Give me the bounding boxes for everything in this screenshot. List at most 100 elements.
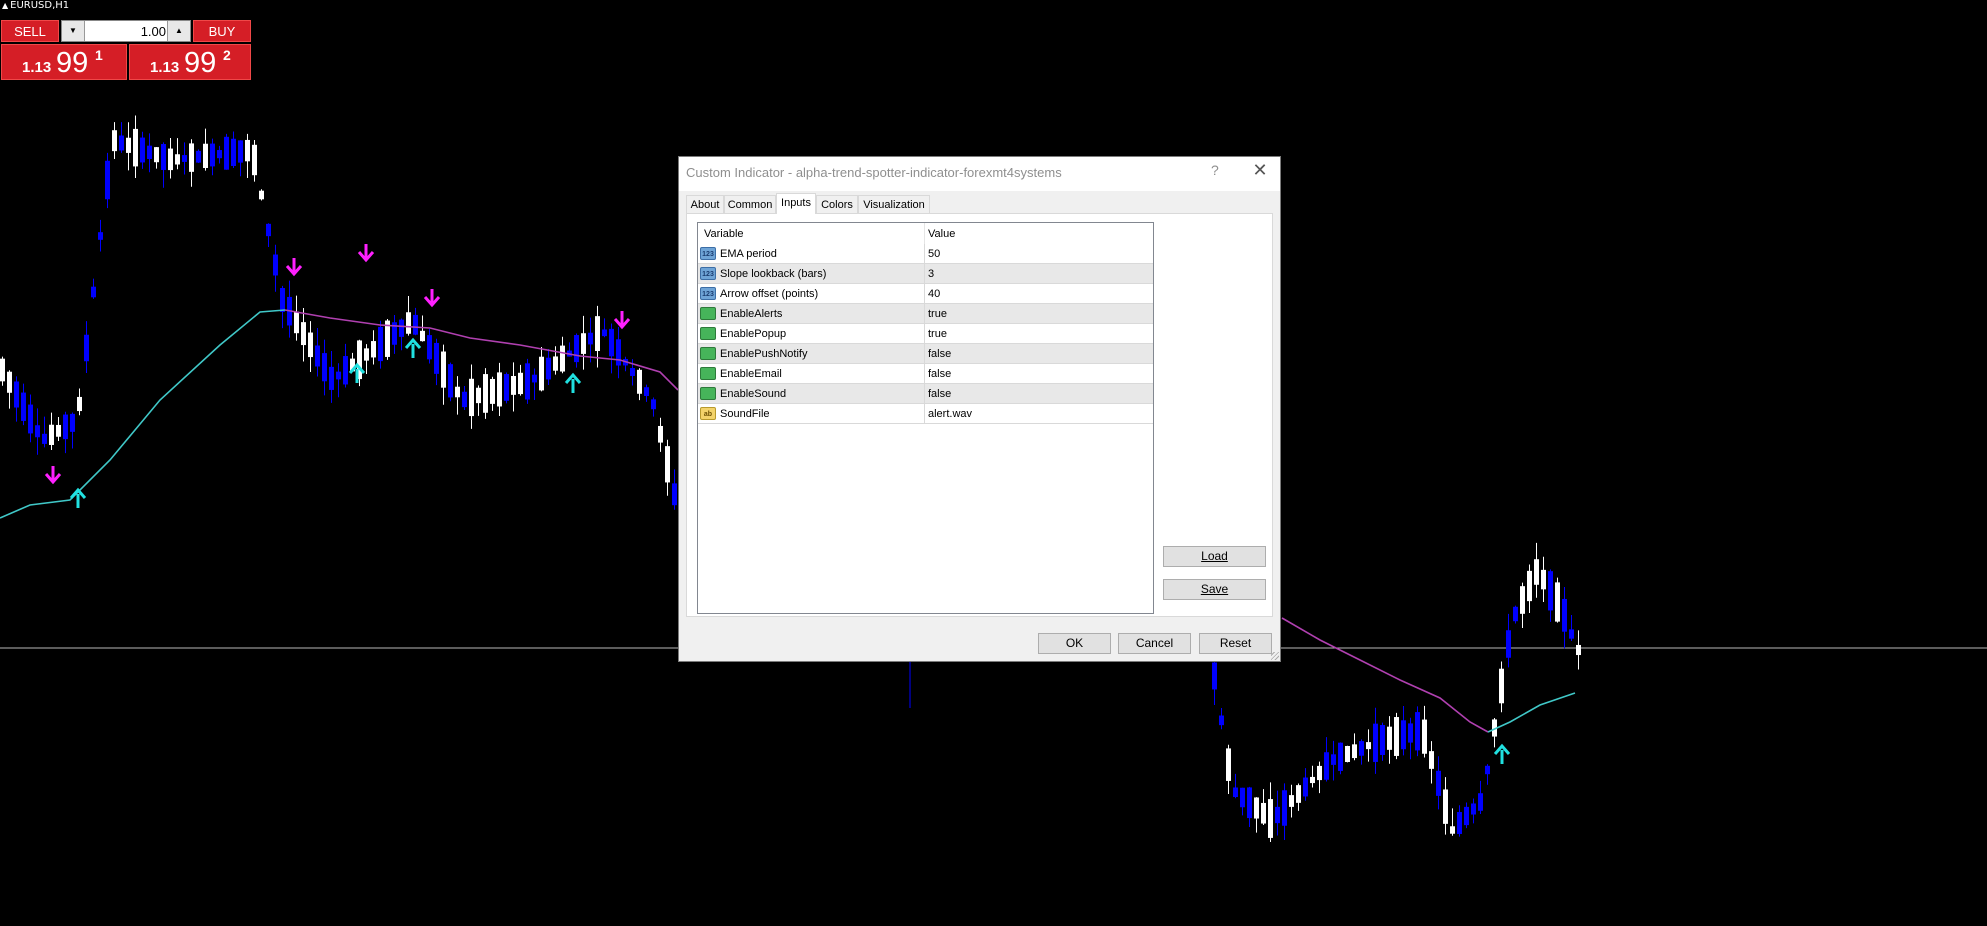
help-icon[interactable]: ?	[1211, 162, 1219, 178]
candle-body	[378, 326, 383, 362]
column-value[interactable]: Value	[928, 228, 955, 240]
load-button[interactable]: Load	[1163, 546, 1266, 567]
column-variable[interactable]: Variable	[704, 228, 744, 240]
candle-body	[462, 391, 467, 408]
input-value-field[interactable]: false	[928, 368, 951, 380]
candle-body	[245, 139, 250, 162]
lot-size-input[interactable]	[86, 22, 168, 40]
candle-body	[1429, 751, 1434, 769]
candle-body	[1282, 790, 1287, 826]
candle-body	[308, 332, 313, 358]
input-row[interactable]: EnableEmail false	[698, 364, 1153, 384]
sell-price-pipette: 1	[95, 47, 103, 63]
tab-common[interactable]: Common	[724, 195, 776, 213]
candle-body	[294, 311, 299, 334]
candle-body	[490, 378, 495, 404]
input-row[interactable]: EnablePushNotify false	[698, 344, 1153, 364]
candle-body	[231, 138, 236, 166]
candle-body	[469, 378, 474, 417]
input-value-field[interactable]: 50	[928, 248, 940, 260]
candle-body	[1212, 662, 1217, 690]
ok-button[interactable]: OK	[1038, 633, 1111, 654]
input-value-field[interactable]: 40	[928, 288, 940, 300]
candle-body	[1534, 559, 1539, 585]
candle-body	[448, 364, 453, 398]
candle-body	[602, 329, 607, 337]
candle-body	[1394, 717, 1399, 756]
sell-price-button[interactable]: 1.13 99 1	[1, 44, 127, 80]
input-row[interactable]: ab SoundFile alert.wav	[698, 404, 1153, 424]
input-value-field[interactable]: 3	[928, 268, 934, 280]
dialog-title: Custom Indicator - alpha-trend-spotter-i…	[686, 165, 1062, 180]
candle-body	[1380, 725, 1385, 755]
sell-button[interactable]: SELL	[1, 20, 59, 42]
candle-body	[1233, 787, 1238, 798]
candle-body	[364, 348, 369, 361]
buy-price-prefix: 1.13	[150, 59, 180, 76]
candle-body	[532, 374, 537, 383]
candle-body	[217, 150, 222, 159]
candle-body	[434, 342, 439, 374]
input-row[interactable]: 123 EMA period 50	[698, 244, 1153, 264]
candle-body	[112, 130, 117, 152]
number-type-icon: 123	[700, 267, 716, 280]
candle-body	[525, 363, 530, 400]
candle-body	[539, 356, 544, 391]
buy-price-main: 99	[184, 47, 217, 79]
sell-arrow-icon	[285, 258, 303, 277]
lot-decrease-icon[interactable]: ▼	[62, 21, 85, 41]
tab-about[interactable]: About	[686, 195, 724, 213]
lot-size-control: ▼ ▲	[61, 20, 191, 42]
inputs-grid: Variable Value 123 EMA period 50 123 Slope l…	[697, 222, 1154, 614]
number-type-icon: 123	[700, 287, 716, 300]
chart-symbol-label: ▲ EURUSD,H1	[2, 0, 69, 11]
input-value-field[interactable]: false	[928, 388, 951, 400]
input-row[interactable]: EnablePopup true	[698, 324, 1153, 344]
candle-body	[1464, 806, 1469, 826]
candle-body	[1226, 748, 1231, 781]
candle-body	[280, 288, 285, 312]
close-icon[interactable]: ✕	[1250, 160, 1270, 181]
tab-colors[interactable]: Colors	[816, 195, 858, 213]
tab-visualization[interactable]: Visualization	[858, 195, 930, 213]
buy-price-button[interactable]: 1.13 99 2	[129, 44, 251, 80]
input-row[interactable]: EnableSound false	[698, 384, 1153, 404]
candle-body	[1296, 785, 1301, 803]
candle-body	[252, 144, 257, 176]
candle-body	[182, 155, 187, 162]
tab-inputs[interactable]: Inputs	[776, 193, 816, 214]
input-variable-name: EMA period	[720, 248, 777, 260]
candle-body	[1422, 719, 1427, 754]
candle-body	[665, 446, 670, 483]
input-row[interactable]: EnableAlerts true	[698, 304, 1153, 324]
lot-increase-icon[interactable]: ▲	[167, 21, 190, 41]
candle-body	[77, 396, 82, 412]
input-value-field[interactable]: alert.wav	[928, 408, 972, 420]
cancel-button[interactable]: Cancel	[1118, 633, 1191, 654]
candle-body	[1436, 770, 1441, 796]
input-variable-name: EnableEmail	[720, 368, 782, 380]
candle-body	[7, 371, 12, 393]
candle-body	[560, 345, 565, 372]
candle-body	[455, 386, 460, 398]
candle-body	[224, 136, 229, 170]
input-row[interactable]: 123 Slope lookback (bars) 3	[698, 264, 1153, 284]
candle-body	[574, 335, 579, 363]
buy-price-pipette: 2	[223, 47, 231, 63]
input-value-field[interactable]: true	[928, 328, 947, 340]
input-value-field[interactable]: true	[928, 308, 947, 320]
input-variable-name: EnableAlerts	[720, 308, 783, 320]
candle-body	[644, 387, 649, 396]
reset-button[interactable]: Reset	[1199, 633, 1272, 654]
input-value-field[interactable]: false	[928, 348, 951, 360]
sell-arrow-icon	[357, 244, 375, 263]
input-row[interactable]: 123 Arrow offset (points) 40	[698, 284, 1153, 304]
input-variable-name: Arrow offset (points)	[720, 288, 819, 300]
buy-button[interactable]: BUY	[193, 20, 251, 42]
save-button[interactable]: Save	[1163, 579, 1266, 600]
resize-grip-icon[interactable]	[1271, 652, 1279, 660]
save-button-label: Save	[1200, 582, 1229, 596]
candle-body	[203, 143, 208, 169]
candle-body	[427, 335, 432, 360]
symbol-text: EURUSD,H1	[10, 0, 70, 11]
